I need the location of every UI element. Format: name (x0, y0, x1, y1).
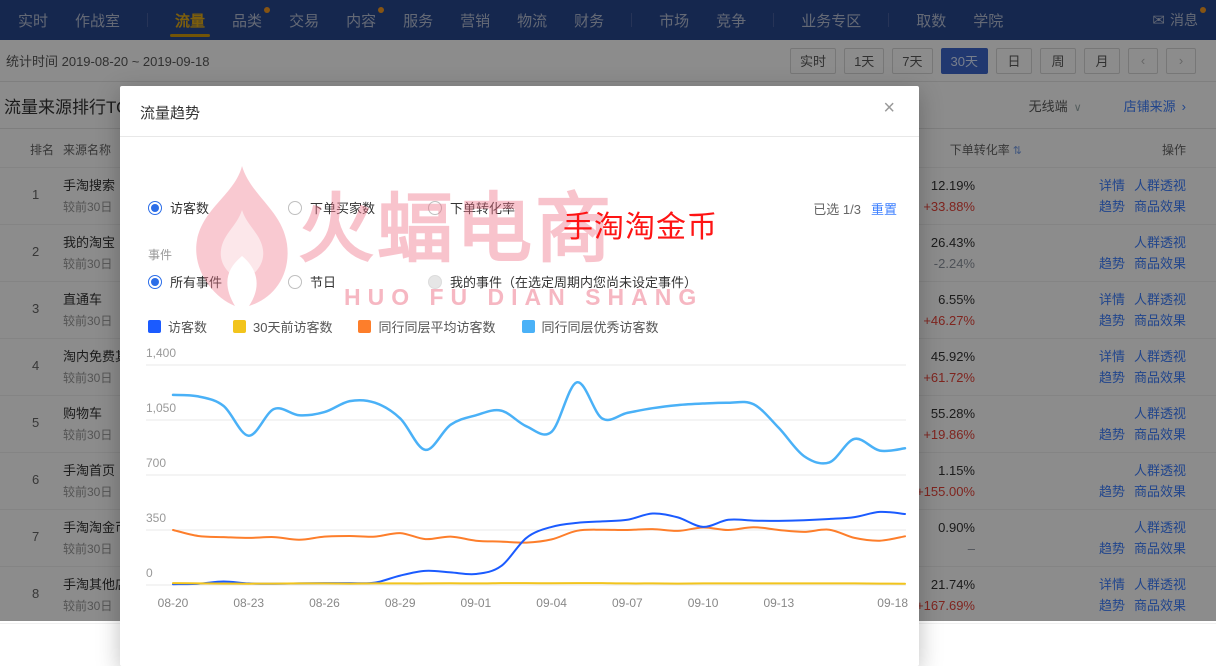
chart-annotation: 手淘淘金币 (563, 202, 718, 246)
radio-icon (428, 275, 442, 289)
legend-label: 同行同层平均访客数 (378, 317, 495, 336)
traffic-trend-modal: 流量趋势 × 访客数下单买家数下单转化率 已选 1/3重置 事件 所有事件节日我… (120, 86, 919, 666)
selected-count: 已选 1/3 (813, 202, 861, 217)
y-tick-label: 0 (146, 566, 153, 580)
series-line-同行同层优秀访客数 (173, 382, 905, 463)
radio-icon (428, 201, 442, 215)
x-tick-label: 08-23 (233, 596, 264, 610)
radio-icon (288, 201, 302, 215)
series-line-访客数 (173, 512, 905, 584)
legend-swatch (233, 320, 246, 333)
x-tick-label: 08-20 (158, 596, 189, 610)
radio-icon (148, 275, 162, 289)
x-tick-label: 09-13 (763, 596, 794, 610)
y-tick-label: 700 (146, 456, 166, 470)
chart-area[interactable]: 0 350 700 1,050 1,400 08-20 08-23 08-26 08-29 09-… (140, 345, 910, 620)
legend-label: 30天前访客数 (253, 317, 332, 336)
event-radio-所有事件[interactable]: 所有事件 (148, 272, 288, 291)
metric-radio-访客数[interactable]: 访客数 (148, 198, 288, 217)
series-line-30天前访客数 (173, 583, 905, 584)
reset-button[interactable]: 重置 (871, 202, 897, 217)
selection-info: 已选 1/3 重置 (813, 199, 897, 218)
legend-item-30天前访客数[interactable]: 30天前访客数 (233, 317, 332, 336)
legend-label: 访客数 (168, 317, 207, 336)
radio-icon (288, 275, 302, 289)
metric-radio-下单转化率[interactable]: 下单转化率 (428, 198, 515, 217)
x-tick-label: 08-26 (309, 596, 340, 610)
legend-swatch (148, 320, 161, 333)
legend-item-同行同层优秀访客数[interactable]: 同行同层优秀访客数 (522, 317, 659, 336)
legend-swatch (522, 320, 535, 333)
modal-title: 流量趋势 (140, 102, 200, 123)
legend-swatch (358, 320, 371, 333)
event-radio-group: 所有事件节日我的事件（在选定周期内您尚未设定事件） (148, 272, 697, 291)
close-icon[interactable]: × (883, 98, 895, 118)
trend-chart: 0 350 700 1,050 1,400 08-20 08-23 08-26 08-29 09-… (140, 345, 910, 615)
y-tick-label: 1,050 (146, 401, 176, 415)
chart-legend: 访客数 30天前访客数 同行同层平均访客数 同行同层优秀访客数 (148, 317, 685, 336)
modal-header: 流量趋势 × (120, 86, 919, 137)
legend-label: 同行同层优秀访客数 (542, 317, 659, 336)
event-section-label: 事件 (148, 246, 172, 263)
x-tick-label: 09-10 (688, 596, 719, 610)
x-tick-label: 09-07 (612, 596, 643, 610)
event-radio-我的事件（在选定周期内您尚未设定事件）[interactable]: 我的事件（在选定周期内您尚未设定事件） (428, 272, 697, 291)
legend-item-访客数[interactable]: 访客数 (148, 317, 207, 336)
metric-radio-下单买家数[interactable]: 下单买家数 (288, 198, 428, 217)
radio-icon (148, 201, 162, 215)
legend-item-同行同层平均访客数[interactable]: 同行同层平均访客数 (358, 317, 495, 336)
y-tick-label: 1,400 (146, 346, 176, 360)
y-tick-label: 350 (146, 511, 166, 525)
event-radio-节日[interactable]: 节日 (288, 272, 428, 291)
metric-radio-group: 访客数下单买家数下单转化率 (148, 198, 515, 217)
x-tick-label: 09-18 (877, 596, 908, 610)
x-tick-label: 09-04 (536, 596, 567, 610)
x-tick-label: 08-29 (385, 596, 416, 610)
x-tick-label: 09-01 (461, 596, 492, 610)
